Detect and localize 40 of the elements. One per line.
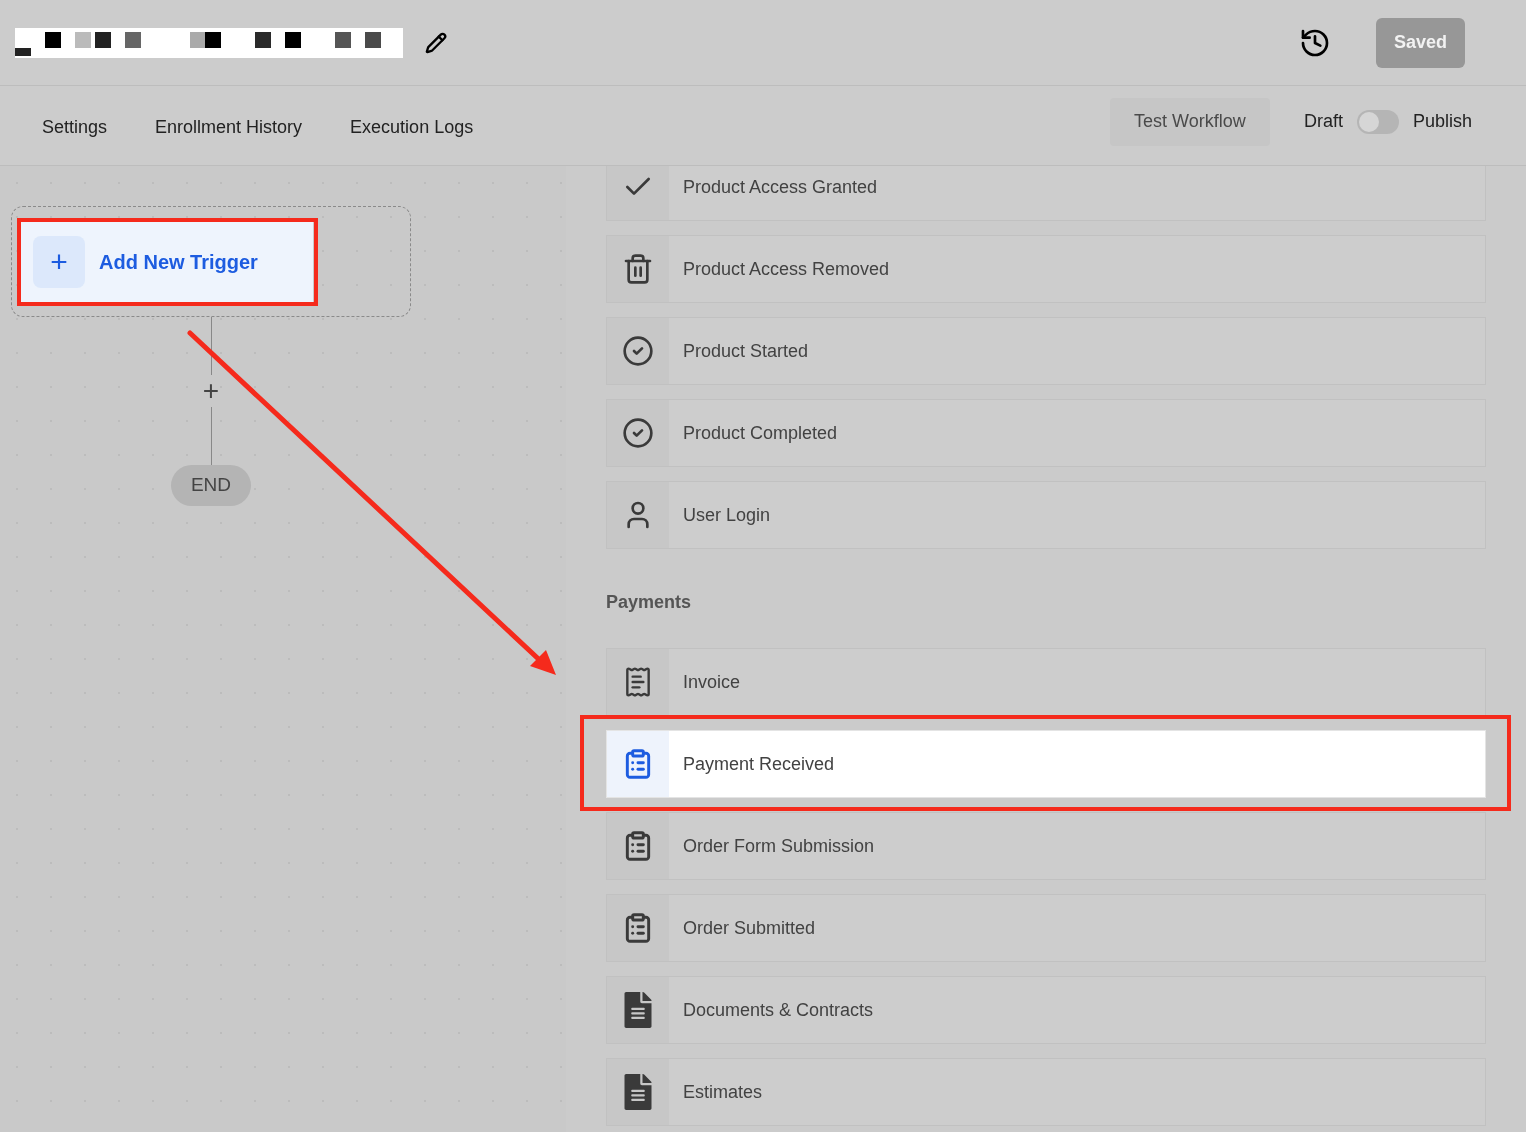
tab[interactable]: Execution Logs [350, 110, 474, 141]
trigger-option[interactable]: Payment Received [606, 730, 1486, 798]
trigger-option[interactable]: Documents & Contracts [606, 976, 1486, 1044]
section-heading: Payments [606, 591, 693, 614]
end-node: END [171, 465, 251, 506]
trigger-option-label: Product Access Granted [682, 175, 878, 199]
trigger-option-label: Payment Received [682, 752, 835, 776]
trigger-option-label: Product Completed [682, 421, 838, 445]
trigger-option-label: Order Form Submission [682, 834, 875, 858]
add-trigger-button[interactable]: + Add New Trigger [21, 221, 313, 302]
trigger-option-label: Invoice [682, 670, 741, 694]
trigger-option[interactable]: Order Form Submission [606, 812, 1486, 880]
trigger-option-label: Order Submitted [682, 916, 816, 940]
plus-icon: + [33, 235, 85, 288]
add-step-button[interactable]: + [202, 375, 220, 407]
draft-label: Draft [1303, 110, 1343, 133]
trigger-option[interactable]: Product Access Removed [606, 235, 1486, 303]
trigger-option-label: Documents & Contracts [682, 998, 874, 1022]
trigger-option[interactable]: User Login [606, 481, 1486, 549]
trigger-option[interactable]: Estimates [606, 1058, 1486, 1126]
publish-toggle[interactable] [1356, 109, 1399, 134]
trigger-option[interactable]: Product Started [606, 317, 1486, 385]
document-icon [624, 992, 652, 1028]
trigger-option[interactable]: Product Access Granted [606, 166, 1486, 221]
trigger-option[interactable]: Product Completed [606, 399, 1486, 467]
trigger-option-label: Product Started [682, 339, 809, 363]
edit-icon[interactable] [425, 31, 447, 54]
trigger-option[interactable]: Order Submitted [606, 894, 1486, 962]
publish-label: Publish [1412, 110, 1472, 133]
tab[interactable]: Enrollment History [155, 110, 303, 141]
trigger-option-label: Product Access Removed [682, 257, 890, 281]
document-icon [624, 1074, 652, 1110]
trigger-option[interactable]: Invoice [606, 648, 1486, 716]
tab[interactable]: Settings [42, 110, 108, 141]
circle-check-icon [622, 335, 654, 367]
trigger-option-label: Estimates [682, 1080, 763, 1104]
trash-icon [622, 253, 654, 285]
circle-check-icon [622, 417, 654, 449]
test-workflow-button[interactable]: Test Workflow [1109, 97, 1270, 146]
trigger-option-label: User Login [682, 503, 771, 527]
